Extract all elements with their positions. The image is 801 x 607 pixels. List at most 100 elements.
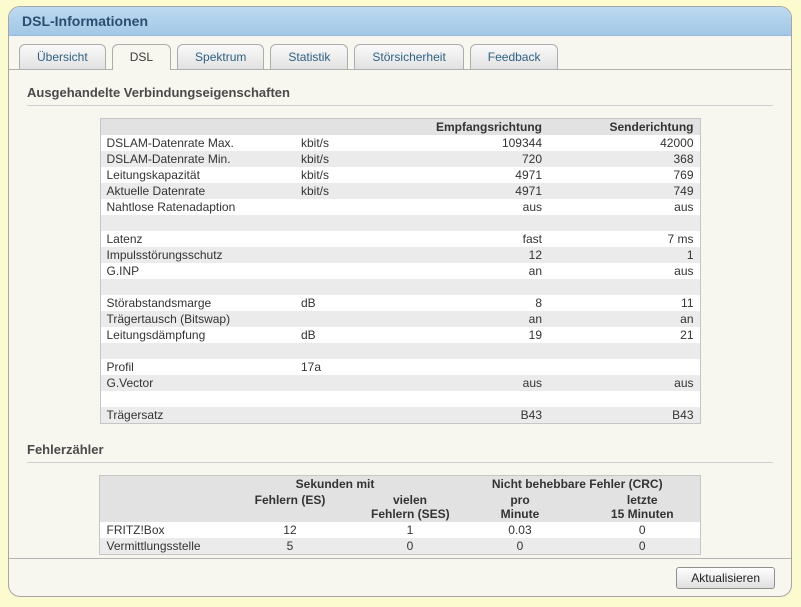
header-cell-tx: Senderichtung bbox=[548, 118, 700, 135]
section-heading-errors: Fehlerzähler bbox=[27, 442, 773, 463]
cell-value-2: 0.03 bbox=[454, 522, 585, 538]
cell-unit bbox=[295, 199, 400, 215]
cell-rx: fast bbox=[400, 231, 548, 247]
cell-unit: kbit/s bbox=[295, 151, 400, 167]
cell-rx: 8 bbox=[400, 295, 548, 311]
tab-feedback[interactable]: Feedback bbox=[469, 44, 559, 69]
cell-name: DSLAM-Datenrate Min. bbox=[100, 151, 295, 167]
cell-value-2: 0 bbox=[454, 538, 585, 555]
cell-unit: dB bbox=[295, 327, 400, 343]
error-subheader-row: Fehlern (ES) vielen Fehlern (SES) pro Minute… bbox=[99, 492, 700, 522]
error-table: Sekunden mit Nicht behebbare Fehler (CRC)… bbox=[99, 475, 701, 555]
cell-name: Profil bbox=[100, 359, 295, 375]
connection-table-body: Empfangsrichtung Senderichtung DSLAM-Daten… bbox=[100, 118, 700, 424]
subheader-cell-1: vielen Fehlern (SES) bbox=[364, 492, 455, 522]
table-row: Latenz fast 7 ms bbox=[100, 231, 700, 247]
header-cell-empty bbox=[100, 118, 295, 135]
subheader-cell-3: letzte 15 Minuten bbox=[584, 492, 700, 522]
cell-tx: 11 bbox=[548, 295, 700, 311]
cell-tx: 769 bbox=[548, 167, 700, 183]
spacer-row bbox=[100, 215, 700, 231]
table-row: FRITZ!Box 12 1 0.03 0 bbox=[99, 522, 700, 538]
spacer-cell bbox=[100, 215, 700, 231]
table-row: Profil 17a bbox=[100, 359, 700, 375]
cell-tx: aus bbox=[548, 263, 700, 279]
cell-name: G.Vector bbox=[100, 375, 295, 391]
table-row: Aktuelle Datenrate kbit/s 4971 749 bbox=[100, 183, 700, 199]
cell-value-0: 12 bbox=[214, 522, 365, 538]
table-row: DSLAM-Datenrate Max. kbit/s 109344 42000 bbox=[100, 135, 700, 151]
cell-tx: 21 bbox=[548, 327, 700, 343]
table-row: Impulsstörungsschutz 12 1 bbox=[100, 247, 700, 263]
group-cell-seconds: Sekunden mit bbox=[214, 475, 455, 492]
cell-tx: an bbox=[548, 311, 700, 327]
tab-dsl[interactable]: DSL bbox=[111, 44, 172, 70]
tab-st-rsicherheit[interactable]: Störsicherheit bbox=[354, 44, 464, 69]
refresh-button[interactable]: Aktualisieren bbox=[676, 566, 775, 589]
tab-bar: Übersicht DSL Spektrum Statistik Störsicherh… bbox=[9, 36, 791, 70]
cell-rx: aus bbox=[400, 199, 548, 215]
cell-rx: aus bbox=[400, 375, 548, 391]
table-row: Trägersatz B43 B43 bbox=[100, 407, 700, 424]
titlebar: DSL-Informationen bbox=[9, 7, 791, 36]
table-row: Nahtlose Ratenadaption aus aus bbox=[100, 199, 700, 215]
subheader-cell-2: pro Minute bbox=[454, 492, 585, 522]
cell-unit bbox=[295, 231, 400, 247]
table-row: G.INP an aus bbox=[100, 263, 700, 279]
header-cell-rx: Empfangsrichtung bbox=[400, 118, 548, 135]
spacer-row bbox=[100, 343, 700, 359]
tab-statistik[interactable]: Statistik bbox=[270, 44, 349, 69]
cell-name: Nahtlose Ratenadaption bbox=[100, 199, 295, 215]
cell-name: Trägersatz bbox=[100, 407, 295, 424]
cell-unit bbox=[295, 263, 400, 279]
subheader-cell-0: Fehlern (ES) bbox=[214, 492, 365, 522]
cell-name: FRITZ!Box bbox=[99, 522, 215, 538]
spacer-cell bbox=[100, 343, 700, 359]
spacer-cell bbox=[100, 279, 700, 295]
cell-unit bbox=[295, 407, 400, 424]
cell-name: Impulsstörungsschutz bbox=[100, 247, 295, 263]
page-title: DSL-Informationen bbox=[22, 13, 148, 29]
group-cell-crc: Nicht behebbare Fehler (CRC) bbox=[454, 475, 700, 492]
table-row: DSLAM-Datenrate Min. kbit/s 720 368 bbox=[100, 151, 700, 167]
cell-rx: 12 bbox=[400, 247, 548, 263]
cell-name: Störabstandsmarge bbox=[100, 295, 295, 311]
cell-unit: 17a bbox=[295, 359, 400, 375]
cell-rx: B43 bbox=[400, 407, 548, 424]
tab-spektrum[interactable]: Spektrum bbox=[177, 44, 265, 69]
spacer-cell bbox=[100, 391, 700, 407]
table-row: Trägertausch (Bitswap) an an bbox=[100, 311, 700, 327]
header-cell-empty bbox=[295, 118, 400, 135]
cell-rx: an bbox=[400, 263, 548, 279]
spacer-row bbox=[100, 279, 700, 295]
cell-tx: aus bbox=[548, 375, 700, 391]
cell-rx: an bbox=[400, 311, 548, 327]
cell-name: DSLAM-Datenrate Max. bbox=[100, 135, 295, 151]
cell-rx bbox=[400, 359, 548, 375]
connection-table: Empfangsrichtung Senderichtung DSLAM-Daten… bbox=[99, 118, 701, 424]
cell-unit bbox=[295, 247, 400, 263]
cell-name: Leitungsdämpfung bbox=[100, 327, 295, 343]
cell-unit: kbit/s bbox=[295, 167, 400, 183]
error-table-body: Sekunden mit Nicht behebbare Fehler (CRC)… bbox=[99, 475, 700, 555]
cell-value-1: 1 bbox=[364, 522, 455, 538]
spacer-row bbox=[100, 391, 700, 407]
cell-rx: 19 bbox=[400, 327, 548, 343]
connection-header-row: Empfangsrichtung Senderichtung bbox=[100, 118, 700, 135]
cell-unit bbox=[295, 375, 400, 391]
cell-value-3: 0 bbox=[584, 522, 700, 538]
table-row: Leitungskapazität kbit/s 4971 769 bbox=[100, 167, 700, 183]
cell-value-0: 5 bbox=[214, 538, 365, 555]
subheader-cell-empty bbox=[99, 492, 215, 522]
cell-value-3: 0 bbox=[584, 538, 700, 555]
cell-name: Aktuelle Datenrate bbox=[100, 183, 295, 199]
cell-rx: 109344 bbox=[400, 135, 548, 151]
cell-unit: kbit/s bbox=[295, 183, 400, 199]
tab--bersicht[interactable]: Übersicht bbox=[19, 44, 106, 69]
table-row: G.Vector aus aus bbox=[100, 375, 700, 391]
cell-tx: aus bbox=[548, 199, 700, 215]
cell-name: G.INP bbox=[100, 263, 295, 279]
cell-tx: 368 bbox=[548, 151, 700, 167]
cell-name: Vermittlungsstelle bbox=[99, 538, 215, 555]
cell-tx: B43 bbox=[548, 407, 700, 424]
